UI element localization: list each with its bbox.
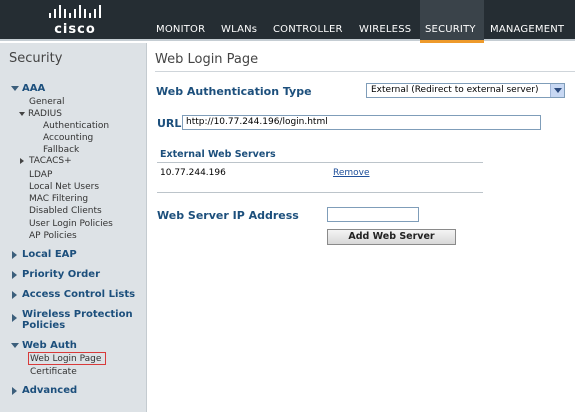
expanded-arrow-icon[interactable] [19,112,25,116]
sidebar-title: Security [9,51,63,66]
web-server-ip-input[interactable] [327,207,419,222]
page-title: Web Login Page [155,52,259,67]
collapsed-arrow-icon[interactable] [12,291,17,299]
sidebar-item-ldap[interactable]: LDAP [29,170,52,180]
web-server-ip-label: Web Server IP Address [157,209,299,222]
sidebar-item-web-login-page[interactable]: Web Login Page [30,354,101,364]
server-ip: 10.77.244.196 [160,168,226,178]
sidebar-item-wireless-protection-policies[interactable]: Policies [22,320,65,331]
sidebar-item-authentication[interactable]: Authentication [43,121,109,131]
sidebar-item-accounting[interactable]: Accounting [43,133,93,143]
cisco-bars-icon [49,5,101,18]
collapsed-arrow-icon[interactable] [12,387,17,395]
table-divider [157,192,483,193]
expanded-arrow-icon[interactable] [11,86,19,91]
collapsed-arrow-icon[interactable] [12,314,17,322]
external-web-servers-title: External Web Servers [160,149,276,160]
sidebar-item-priority-order[interactable]: Priority Order [22,269,100,280]
table-divider [157,162,483,163]
nav-wlans[interactable]: WLANs [218,0,270,41]
sidebar-item-ap-policies[interactable]: AP Policies [29,231,77,241]
title-divider [155,71,575,72]
auth-type-selected-value: External (Redirect to external server) [371,85,539,95]
sidebar-item-general[interactable]: General [29,97,64,107]
auth-type-label: Web Authentication Type [156,85,312,98]
collapsed-arrow-icon[interactable] [20,158,24,164]
sidebar-item-mac-filtering[interactable]: MAC Filtering [29,194,88,204]
remove-link[interactable]: Remove [333,168,370,178]
sidebar-item-wireless-protection[interactable]: Wireless Protection [22,309,133,320]
sidebar-item-fallback[interactable]: Fallback [43,145,79,155]
sidebar-item-web-auth[interactable]: Web Auth [22,340,77,351]
collapsed-arrow-icon[interactable] [12,271,17,279]
sidebar-item-certificate[interactable]: Certificate [30,367,77,377]
nav-wireless[interactable]: WIRELESS [356,0,422,41]
sidebar-item-disabled-clients[interactable]: Disabled Clients [29,206,102,216]
sidebar-item-access-control-lists[interactable]: Access Control Lists [22,289,135,300]
url-label: URL [157,117,182,130]
nav-monitor[interactable]: MONITOR [150,0,218,41]
sidebar-item-user-login-policies[interactable]: User Login Policies [29,219,113,229]
expanded-arrow-icon[interactable] [11,343,19,348]
logo-wordmark: cisco [54,22,96,37]
sidebar: Security AAA General RADIUS Authenticati… [0,43,147,412]
nav-management[interactable]: MANAGEMENT [484,0,575,41]
cisco-logo: cisco [46,4,106,37]
sidebar-item-local-net-users[interactable]: Local Net Users [29,182,99,192]
top-header: cisco MONITOR WLANs CONTROLLER WIRELESS … [0,0,575,43]
sidebar-item-advanced[interactable]: Advanced [22,385,77,396]
auth-type-select[interactable]: External (Redirect to external server) [366,83,565,98]
sidebar-item-radius[interactable]: RADIUS [28,109,62,119]
nav-controller[interactable]: CONTROLLER [270,0,356,41]
add-web-server-button[interactable]: Add Web Server [327,229,456,245]
chevron-down-icon[interactable] [550,84,564,97]
sidebar-item-local-eap[interactable]: Local EAP [22,249,77,260]
url-input[interactable]: http://10.77.244.196/login.html [182,115,541,130]
sidebar-item-tacacs[interactable]: TACACS+ [29,156,72,166]
collapsed-arrow-icon[interactable] [12,251,17,259]
nav-security[interactable]: SECURITY [420,0,484,43]
sidebar-item-aaa[interactable]: AAA [22,83,45,94]
